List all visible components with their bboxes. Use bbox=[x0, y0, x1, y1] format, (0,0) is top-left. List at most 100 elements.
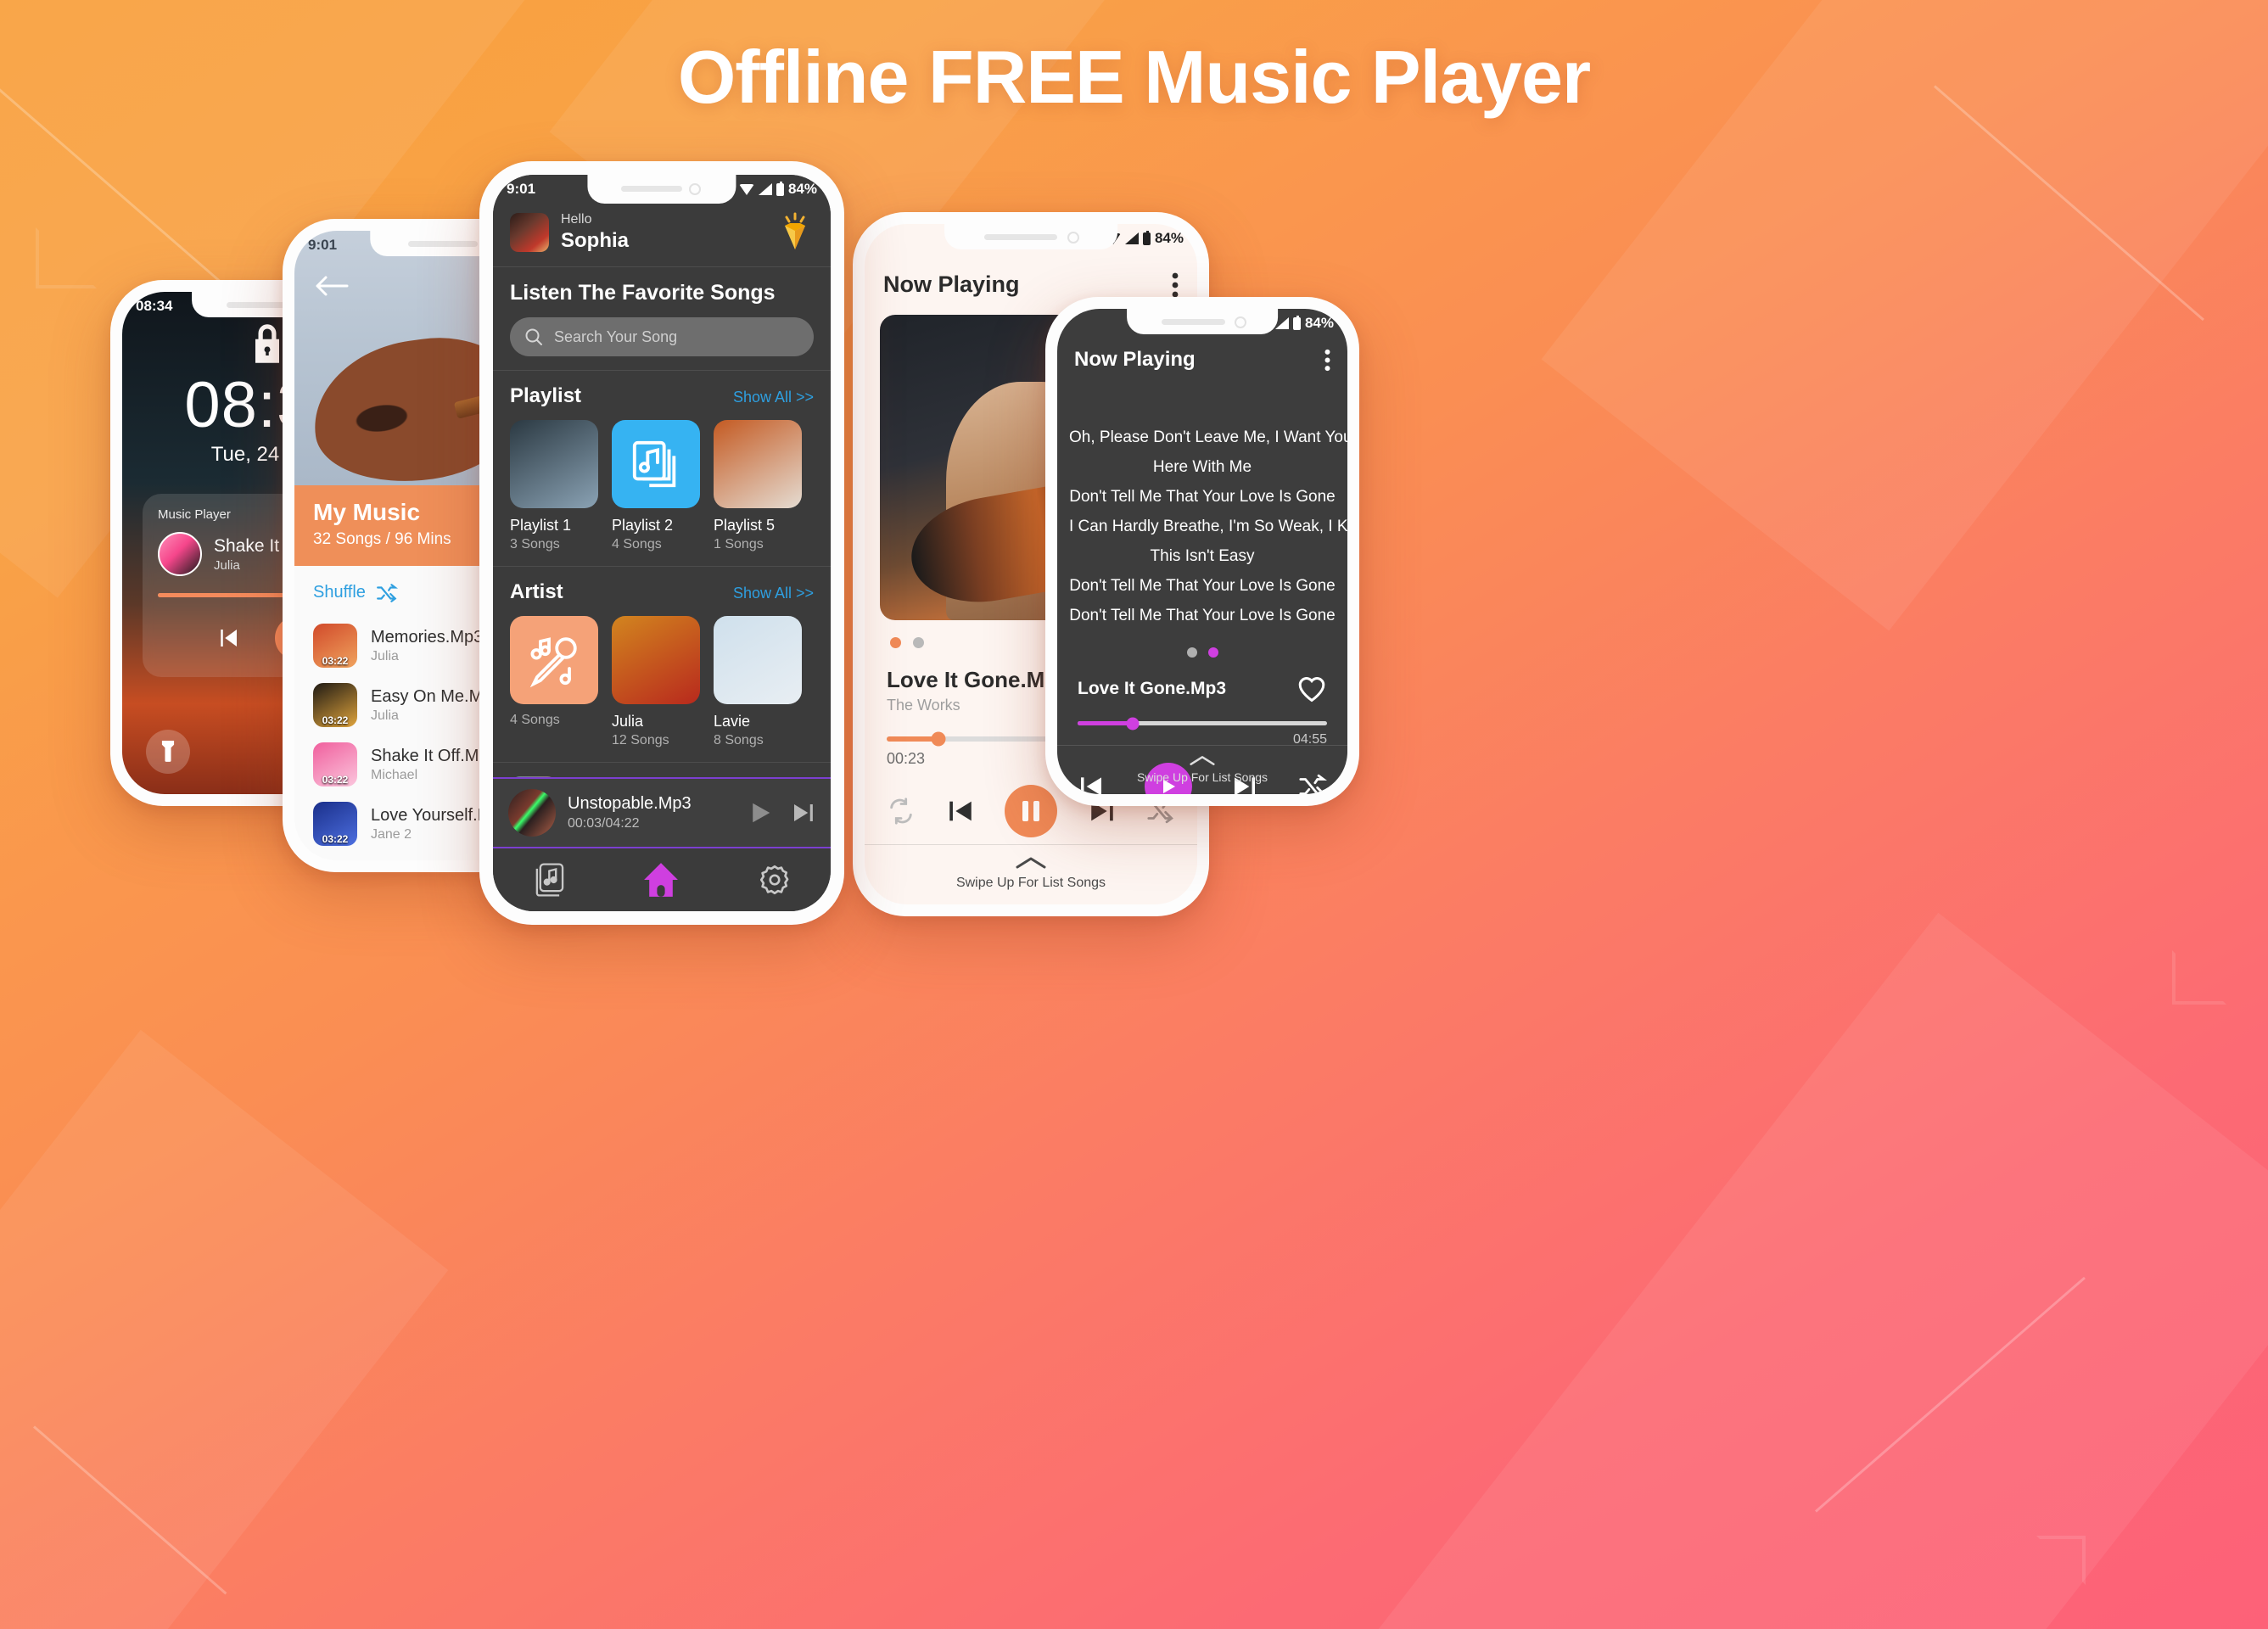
mini-song-title: Unstopable.Mp3 bbox=[568, 794, 692, 813]
bottom-navigation[interactable] bbox=[493, 848, 831, 911]
search-icon bbox=[524, 327, 544, 347]
artist-card-row[interactable]: 4 SongsJulia12 SongsLavie8 SongsTaylor12… bbox=[510, 616, 814, 748]
playlist-section: Playlist Show All >> Playlist 13 Songs Pl… bbox=[493, 371, 831, 567]
microphone-note-icon bbox=[510, 616, 598, 704]
cover-art bbox=[612, 616, 700, 704]
front-camera bbox=[688, 183, 701, 195]
item-count: 4 Songs bbox=[612, 537, 662, 551]
lyric-line: Don't Tell Me That Your Love Is Gone bbox=[1069, 577, 1336, 595]
previous-track-icon[interactable] bbox=[216, 625, 241, 651]
seek-slider[interactable] bbox=[1078, 717, 1327, 730]
battery-icon bbox=[1142, 230, 1151, 245]
cover-art bbox=[714, 616, 802, 704]
list-item[interactable]: Julia 12 Songs bbox=[612, 616, 700, 748]
shuffle-icon bbox=[376, 583, 398, 602]
diamond-icon[interactable] bbox=[776, 212, 814, 253]
flashlight-icon[interactable] bbox=[146, 730, 190, 774]
swipe-up-hint[interactable]: Swipe Up For List Songs bbox=[1057, 745, 1347, 794]
song-title: Love It Gone.Mp3 bbox=[1078, 678, 1227, 698]
more-vertical-icon[interactable] bbox=[1172, 272, 1179, 298]
item-name: Lavie bbox=[714, 713, 751, 730]
mini-song-time: 00:03/04:22 bbox=[568, 816, 640, 831]
heart-outline-icon[interactable] bbox=[1296, 675, 1327, 703]
mini-player[interactable]: Unstopable.Mp3 00:03/04:22 bbox=[493, 777, 831, 848]
user-name: Sophia bbox=[561, 229, 630, 252]
song-artist: Julia bbox=[371, 648, 399, 663]
chevron-up-icon bbox=[1057, 754, 1347, 767]
greeting-text: Hello bbox=[561, 212, 592, 227]
status-time: 08:34 bbox=[136, 298, 173, 314]
list-item[interactable]: Playlist 5 1 Songs bbox=[714, 420, 802, 552]
artist-show-all[interactable]: Show All >> bbox=[733, 585, 814, 602]
front-camera bbox=[1067, 232, 1080, 244]
swipe-hint-text: Swipe Up For List Songs bbox=[1136, 770, 1268, 784]
lyrics-panel[interactable]: Oh, Please Don't Leave Me, I Want You Her… bbox=[1057, 380, 1347, 625]
chevron-up-icon bbox=[865, 855, 1197, 870]
lyric-line: Don't Tell Me That Your Love Is Gone bbox=[1069, 488, 1336, 506]
status-time: 9:01 bbox=[507, 181, 536, 197]
battery-icon bbox=[1292, 315, 1301, 330]
playlist-show-all[interactable]: Show All >> bbox=[733, 389, 814, 406]
signal-icon bbox=[1124, 232, 1139, 244]
lyric-line: This Isn't Easy bbox=[1150, 547, 1255, 565]
list-item[interactable]: 4 Songs bbox=[510, 616, 598, 748]
next-track-icon[interactable] bbox=[790, 800, 815, 826]
earpiece-speaker bbox=[407, 241, 478, 247]
repeat-icon[interactable] bbox=[887, 797, 916, 826]
search-bar[interactable] bbox=[510, 317, 814, 356]
item-name: Julia bbox=[612, 713, 644, 730]
item-name: Playlist 1 bbox=[510, 517, 572, 534]
page-dot[interactable] bbox=[1186, 647, 1197, 658]
cover-art bbox=[714, 420, 802, 508]
item-count: 12 Songs bbox=[612, 733, 669, 747]
play-icon[interactable] bbox=[748, 800, 773, 826]
item-count: 4 Songs bbox=[510, 713, 560, 727]
lyric-line: I Can Hardly Breathe, I'm So Weak, I Kno… bbox=[1069, 518, 1347, 535]
earpiece-speaker bbox=[227, 302, 291, 308]
item-name: Playlist 2 bbox=[612, 517, 674, 534]
status-time: 9:01 bbox=[308, 237, 338, 253]
album-art: 03:22 bbox=[313, 742, 357, 787]
item-count: 1 Songs bbox=[714, 537, 764, 551]
song-duration: 03:22 bbox=[322, 655, 349, 667]
page-dot[interactable] bbox=[1207, 647, 1218, 658]
lyric-line: Here With Me bbox=[1152, 458, 1252, 476]
page-dot[interactable] bbox=[890, 637, 901, 648]
lyric-line: Don't Tell Me That Your Love Is Gone bbox=[1069, 607, 1336, 624]
swipe-up-hint[interactable]: Swipe Up For List Songs bbox=[865, 844, 1197, 904]
battery-percent: 84% bbox=[787, 181, 817, 197]
earpiece-speaker bbox=[621, 186, 682, 192]
page-heading: Now Playing bbox=[1074, 348, 1196, 371]
battery-icon bbox=[776, 181, 784, 196]
album-art bbox=[158, 532, 202, 576]
playlist-heading: Playlist bbox=[510, 384, 582, 407]
pause-button[interactable] bbox=[1005, 785, 1057, 837]
wifi-icon bbox=[738, 183, 754, 195]
list-item[interactable]: Playlist 2 4 Songs bbox=[612, 420, 700, 552]
back-arrow-icon[interactable] bbox=[315, 275, 349, 297]
search-section: Listen The Favorite Songs bbox=[493, 267, 831, 371]
phone-home: 9:01 84% Hello Sophia Listen The Favorit… bbox=[479, 161, 844, 925]
album-art bbox=[508, 789, 556, 837]
signal-icon bbox=[758, 183, 772, 195]
library-music-icon[interactable] bbox=[531, 862, 565, 898]
page-dot[interactable] bbox=[913, 637, 924, 648]
battery-percent: 84% bbox=[1304, 315, 1334, 331]
playlist-card-row[interactable]: Playlist 13 Songs Playlist 24 Songs Playli… bbox=[510, 420, 814, 552]
phone-now-playing-dark: 84% Now Playing Oh, Please Don't Leave M… bbox=[1045, 297, 1359, 806]
gear-icon[interactable] bbox=[757, 862, 792, 898]
earpiece-speaker bbox=[1162, 319, 1226, 325]
album-art: 03:22 bbox=[313, 624, 357, 668]
more-vertical-icon[interactable] bbox=[1324, 349, 1330, 372]
list-item[interactable]: Lavie 8 Songs bbox=[714, 616, 802, 748]
avatar[interactable] bbox=[510, 213, 549, 252]
search-input[interactable] bbox=[554, 327, 800, 346]
page-indicator-dots[interactable] bbox=[1057, 647, 1347, 658]
song-duration: 03:22 bbox=[322, 774, 349, 786]
album-art: 03:22 bbox=[313, 683, 357, 727]
list-item[interactable]: Playlist 1 3 Songs bbox=[510, 420, 598, 552]
swipe-hint-text: Swipe Up For List Songs bbox=[955, 876, 1106, 890]
previous-track-icon[interactable] bbox=[946, 797, 975, 826]
home-icon[interactable] bbox=[641, 860, 680, 899]
lyric-line: Oh, Please Don't Leave Me, I Want You bbox=[1069, 428, 1347, 446]
